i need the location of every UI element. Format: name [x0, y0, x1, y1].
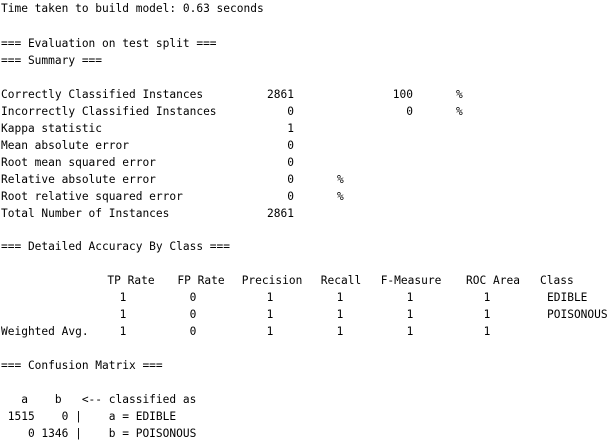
summary-percent: 100: [392, 88, 413, 101]
roc-area-cell: 1: [483, 291, 491, 304]
confusion-matrix-row: 0 1346 | b = POISONOUS: [1, 427, 197, 440]
summary-value: 2861: [267, 88, 294, 101]
tp-rate-cell: 1: [119, 308, 127, 321]
column-header: Class: [540, 274, 574, 287]
roc-area-cell: 1: [483, 308, 491, 321]
percent-sign: %: [337, 173, 344, 186]
summary-header: === Summary ===: [1, 54, 103, 67]
summary-label: Total Number of Instances: [1, 207, 170, 220]
tp-rate-cell: 1: [119, 325, 127, 338]
fp-rate-cell: 0: [189, 325, 197, 338]
column-header: Recall: [320, 274, 362, 287]
class-cell: EDIBLE: [547, 291, 588, 304]
recall-cell: 1: [336, 308, 344, 321]
summary-label: Mean absolute error: [1, 139, 129, 152]
summary-value: 0: [287, 105, 294, 118]
summary-percent: 0: [406, 105, 413, 118]
summary-value: 0: [287, 190, 294, 203]
summary-value: 2861: [267, 207, 294, 220]
accuracy-header: === Detailed Accuracy By Class ===: [1, 240, 231, 253]
class-cell: POISONOUS: [547, 308, 608, 321]
precision-cell: 1: [266, 291, 274, 304]
f-measure-cell: 1: [406, 308, 414, 321]
column-header: TP Rate: [107, 274, 155, 287]
classifier-output: Time taken to build model: 0.63 seconds …: [0, 0, 614, 446]
confusion-matrix-heading: a b <-- classified as: [1, 393, 197, 406]
summary-label: Root mean squared error: [1, 156, 156, 169]
summary-label: Root relative squared error: [1, 190, 183, 203]
summary-value: 0: [287, 156, 294, 169]
percent-sign: %: [456, 105, 463, 118]
summary-value: 1: [287, 122, 294, 135]
fp-rate-cell: 0: [189, 308, 197, 321]
weighted-avg-label: Weighted Avg.: [1, 325, 89, 338]
percent-sign: %: [456, 88, 463, 101]
column-header: F-Measure: [380, 274, 442, 287]
f-measure-cell: 1: [406, 291, 414, 304]
percent-sign: %: [337, 190, 344, 203]
summary-value: 0: [287, 139, 294, 152]
fp-rate-cell: 0: [189, 291, 197, 304]
tp-rate-cell: 1: [119, 291, 127, 304]
confusion-matrix-row: 1515 0 | a = EDIBLE: [1, 410, 177, 423]
roc-area-cell: 1: [483, 325, 491, 338]
build-time-line: Time taken to build model: 0.63 seconds: [1, 2, 264, 15]
precision-cell: 1: [266, 325, 274, 338]
column-header: FP Rate: [177, 274, 225, 287]
summary-label: Kappa statistic: [1, 122, 103, 135]
confusion-matrix-header: === Confusion Matrix ===: [1, 359, 163, 372]
recall-cell: 1: [336, 291, 344, 304]
column-header: Precision: [241, 274, 303, 287]
f-measure-cell: 1: [406, 325, 414, 338]
summary-label: Relative absolute error: [1, 173, 156, 186]
column-header: ROC Area: [466, 274, 520, 287]
recall-cell: 1: [336, 325, 344, 338]
precision-cell: 1: [266, 308, 274, 321]
summary-label: Incorrectly Classified Instances: [1, 105, 217, 118]
evaluation-header: === Evaluation on test split ===: [1, 37, 217, 50]
summary-label: Correctly Classified Instances: [1, 88, 204, 101]
summary-value: 0: [287, 173, 294, 186]
